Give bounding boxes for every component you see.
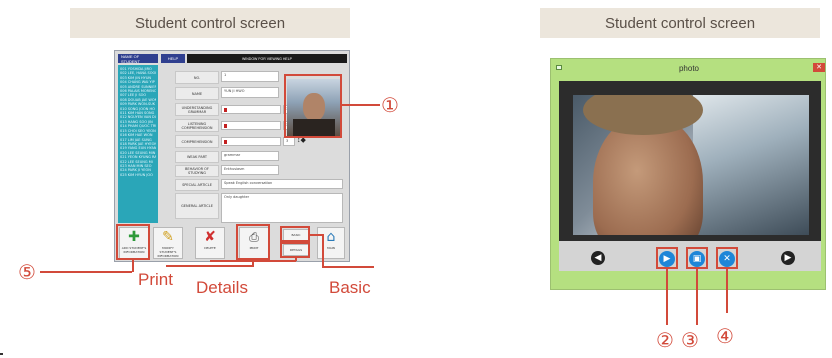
callout-2: ② [656,328,674,352]
grammar-slider[interactable] [221,105,281,114]
grammar-label: UNDERSTANDING GRAMMAR [175,103,219,116]
photo-window-title: photo [678,64,700,73]
behavior-field[interactable]: Enthusiasm [221,165,279,175]
leader-line-2 [666,269,668,325]
callout-print: Print [138,270,173,289]
help-window-title: WINDOW FOR VIEWING HELP [187,54,347,63]
column-header-name: NAME OF STUDENT [118,54,158,64]
student-list-item[interactable]: 009 PARK WON-SUK [120,102,156,106]
special-article-label: SPECIAL ARTICLE [175,179,219,191]
no-field[interactable]: 1 [221,71,279,82]
leader-line-1 [342,104,380,106]
callout-3: ③ [681,328,699,352]
leader-line-4 [726,269,728,313]
help-menu[interactable]: HELP [161,54,185,63]
window-close-icon[interactable]: ✕ [813,63,825,72]
general-article-field[interactable]: Only daughter [221,193,343,223]
behavior-label: BEHAVIOR OF STUDYING [175,165,219,177]
leader-line-print [166,265,252,267]
student-list-item[interactable]: 004 CHANG WAI YIP [120,80,156,84]
print-button-highlight [236,224,270,260]
save-highlight [686,247,708,269]
weak-part-field[interactable]: grammar [221,151,279,161]
basic-button-highlight [280,226,310,242]
student-list-item[interactable]: 016 KIM HAE WON [120,133,156,137]
comprehension-value[interactable]: 3 [283,137,295,146]
edit-icon: ✎ [162,229,174,245]
listening-label: LISTENING COMPREHENSION [175,119,219,132]
delete-icon: ✘ [204,229,216,245]
close-highlight [716,247,738,269]
special-article-field[interactable]: Speak English conversation [221,179,343,189]
play-highlight [656,247,678,269]
prev-photo-icon[interactable]: ◀ [591,251,605,265]
left-panel-header: Student control screen [70,8,350,38]
leader-line-5 [40,271,132,273]
comprehension-label: COMPREHENSION [175,135,219,148]
weak-part-label: WEAK PART [175,151,219,163]
leader-line-3 [696,269,698,325]
student-list[interactable]: 001 YOSHIDA JIRO 002 LEE, HANA SOOK 003 KI… [118,65,158,223]
callout-details: Details [196,278,248,297]
leader-line-details [210,260,296,262]
callout-4: ④ [716,324,734,348]
callout-5: ⑤ [18,260,36,284]
delete-button[interactable]: ✘ DELETE [195,227,225,259]
callout-basic: Basic [329,278,371,297]
general-article-label: GENERAL ARTICLE [175,193,219,219]
right-panel-header: Student control screen [540,8,820,38]
modify-student-button[interactable]: ✎ MODIFY STUDENT'S INFORMATION [153,227,183,259]
details-button-highlight [280,242,310,258]
page-corner-mark [0,353,3,355]
no-label: NO. [175,71,219,84]
add-button-highlight [116,224,150,260]
next-photo-icon[interactable]: ▶ [781,251,795,265]
listening-slider[interactable] [221,121,281,130]
photo-highlight [284,74,342,138]
callout-1: ① [381,93,399,117]
photo-viewer-frame [559,81,821,271]
student-list-item[interactable]: 021 YEON KYUNG RAE [120,155,156,159]
comprehension-slider[interactable] [221,137,281,146]
student-list-item[interactable]: 025 KIM HYUN JOO [120,173,156,177]
student-photo-large [573,95,809,235]
name-field[interactable]: YUN JI HWO [221,87,279,98]
window-app-icon [556,65,562,70]
name-label: NAME [175,87,219,100]
